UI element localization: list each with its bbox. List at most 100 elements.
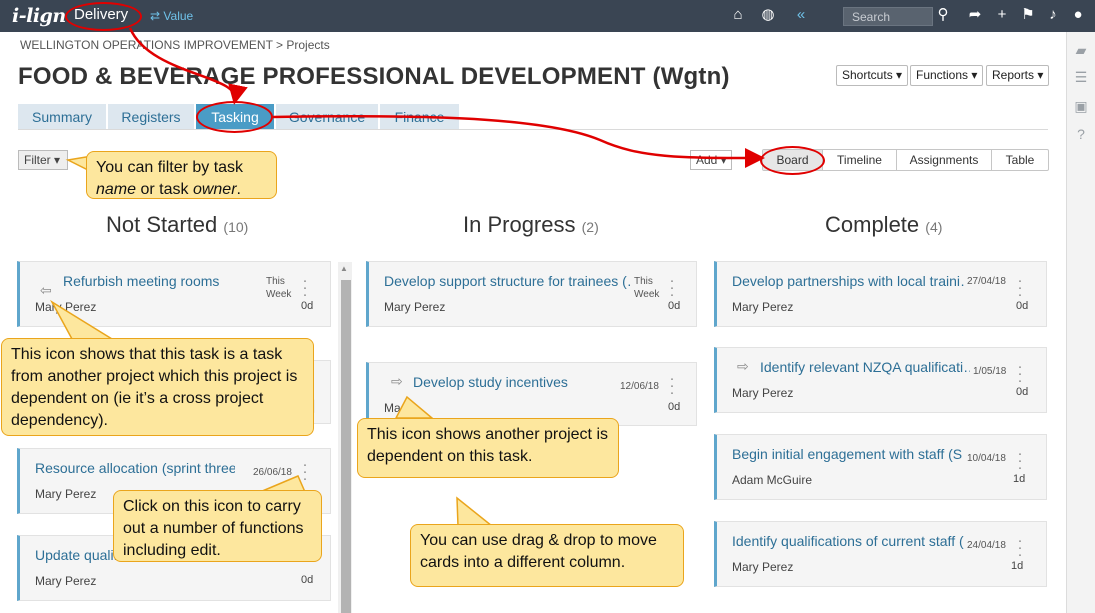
task-name[interactable]: Resource allocation (sprint three) (35, 460, 235, 476)
callout-card-menu: Click on this icon to carry out a number… (113, 490, 322, 562)
bookmark-icon[interactable]: ⚑ (1018, 5, 1038, 25)
task-owner: Mary Perez (384, 300, 446, 314)
outgoing-dependency-icon: ⇨ (737, 358, 749, 374)
task-owner: Mary Perez (35, 574, 97, 588)
app-logo[interactable]: i-lign (12, 5, 66, 27)
task-name[interactable]: Refurbish meeting rooms (63, 273, 248, 289)
task-owner: Mary Perez (732, 300, 794, 314)
shortcuts-button[interactable]: Shortcuts ▾ (836, 65, 909, 86)
page-title: FOOD & BEVERAGE PROFESSIONAL DEVELOPMENT… (18, 63, 730, 90)
column-in-progress-header: In Progress (2) (463, 212, 599, 238)
task-name[interactable]: Develop support structure for trainees (… (384, 273, 632, 289)
share-icon[interactable]: ➦ (965, 5, 985, 25)
globe-icon[interactable]: ◍ (758, 5, 778, 25)
task-due: 24/04/18 (967, 540, 1006, 551)
incoming-dependency-icon: ⇦ (40, 282, 52, 298)
functions-button[interactable]: Functions ▾ (910, 65, 984, 86)
card-menu-icon[interactable]: · · · (1015, 273, 1025, 302)
tab-governance[interactable]: Governance (276, 104, 378, 130)
column-title: Not Started (106, 212, 218, 237)
lock-icon[interactable]: ▣ (1073, 98, 1089, 114)
task-due: 26/06/18 (253, 467, 292, 478)
task-name[interactable]: Develop partnerships with local traini… (732, 273, 964, 289)
task-card[interactable]: ⇨ Identify relevant NZQA qualificati… Ma… (714, 347, 1047, 413)
user-icon[interactable]: ● (1068, 5, 1088, 25)
column-complete-header: Complete (4) (825, 212, 942, 238)
collapse-icon[interactable]: « (791, 5, 811, 25)
callout-drag-drop: You can use drag & drop to move cards in… (410, 524, 684, 587)
logo-text: i-lign (12, 5, 66, 27)
task-card[interactable]: ⇦ Refurbish meeting rooms Mary Perez Thi… (17, 261, 331, 327)
search-input[interactable]: Search (843, 7, 933, 26)
top-bar: i-lign Delivery ⇄ Value ⌂ ◍ « Search ⚲ ➦… (0, 0, 1095, 32)
view-assignments[interactable]: Assignments (897, 150, 992, 170)
task-name[interactable]: Identify relevant NZQA qualificati… (760, 359, 970, 375)
callout-text: . (236, 181, 241, 198)
column-count: (4) (925, 219, 943, 235)
scroll-up-icon[interactable]: ▲ (340, 264, 348, 273)
task-due: 10/04/18 (967, 453, 1006, 464)
highlight-ring (65, 2, 142, 31)
filter-button[interactable]: Filter ▾ (18, 150, 68, 170)
add-button[interactable]: Add ▾ (690, 150, 732, 170)
tab-finance[interactable]: Finance (380, 104, 459, 130)
task-name[interactable]: Develop study incentives (413, 374, 613, 390)
tab-divider (18, 129, 1048, 130)
task-card[interactable]: ⇨ Develop study incentives Ma 12/06/18 0… (366, 362, 697, 426)
task-card[interactable]: Begin initial engagement with staff (S… … (714, 434, 1047, 500)
card-menu-icon[interactable]: · · · (300, 273, 310, 302)
plus-icon[interactable]: + (992, 5, 1012, 25)
column-count: (10) (223, 219, 249, 235)
switch-label: Value (163, 9, 194, 23)
task-duration: 0d (301, 574, 314, 586)
task-due: 1/05/18 (973, 366, 1007, 377)
task-owner: Mary Perez (732, 386, 794, 400)
column-not-started-header: Not Started (10) (106, 212, 248, 238)
scrollbar-thumb[interactable] (341, 280, 351, 613)
task-card[interactable]: Develop support structure for trainees (… (366, 261, 697, 327)
home-icon[interactable]: ⌂ (728, 5, 748, 25)
task-due: This Week (266, 276, 292, 300)
column-title: Complete (825, 212, 920, 237)
task-owner: Mary Perez (732, 560, 794, 574)
search-icon[interactable]: ⚲ (933, 5, 953, 25)
bell-icon[interactable]: ♪ (1043, 5, 1063, 25)
callout-emphasis: owner (192, 181, 237, 198)
column-title: In Progress (463, 212, 576, 237)
callout-pointer (456, 496, 495, 527)
task-owner: Adam McGuire (732, 473, 813, 487)
task-owner: Ma (384, 401, 401, 415)
comment-icon[interactable]: ▰ (1073, 42, 1089, 58)
column-count: (2) (581, 219, 599, 235)
list-icon[interactable]: ☰ (1073, 69, 1089, 85)
card-menu-icon[interactable]: · · · (300, 457, 310, 486)
callout-text: or task (136, 181, 193, 198)
card-menu-icon[interactable]: · · · (667, 273, 677, 302)
card-menu-icon[interactable]: · · · (1015, 446, 1025, 475)
view-table[interactable]: Table (992, 150, 1048, 170)
view-timeline[interactable]: Timeline (823, 150, 897, 170)
reports-button[interactable]: Reports ▾ (986, 65, 1050, 86)
callout-outgoing-dependency: This icon shows another project is depen… (357, 418, 619, 478)
tab-summary[interactable]: Summary (18, 104, 106, 130)
task-due: This Week (634, 276, 660, 300)
card-menu-icon[interactable]: · · · (1015, 533, 1025, 562)
side-panel: ▰ ☰ ▣ ? (1066, 32, 1095, 613)
task-card[interactable]: Develop partnerships with local traini… … (714, 261, 1047, 327)
help-icon[interactable]: ? (1073, 126, 1089, 142)
outgoing-dependency-icon: ⇨ (391, 373, 403, 389)
task-due: 12/06/18 (620, 381, 659, 392)
breadcrumb[interactable]: WELLINGTON OPERATIONS IMPROVEMENT > Proj… (20, 38, 330, 52)
card-menu-icon[interactable]: · · · (1015, 359, 1025, 388)
switch-module-link[interactable]: ⇄ Value (150, 9, 193, 23)
task-owner: Mary Perez (35, 300, 97, 314)
switch-icon: ⇄ (150, 9, 161, 23)
tab-registers[interactable]: Registers (108, 104, 194, 130)
highlight-ring (760, 146, 825, 175)
task-name[interactable]: Begin initial engagement with staff (S… (732, 446, 964, 462)
task-card[interactable]: Identify qualifications of current staff… (714, 521, 1047, 587)
task-name[interactable]: Identify qualifications of current staff… (732, 533, 964, 549)
task-due: 27/04/18 (967, 276, 1006, 287)
card-menu-icon[interactable]: · · · (667, 371, 677, 400)
highlight-ring (196, 101, 273, 133)
